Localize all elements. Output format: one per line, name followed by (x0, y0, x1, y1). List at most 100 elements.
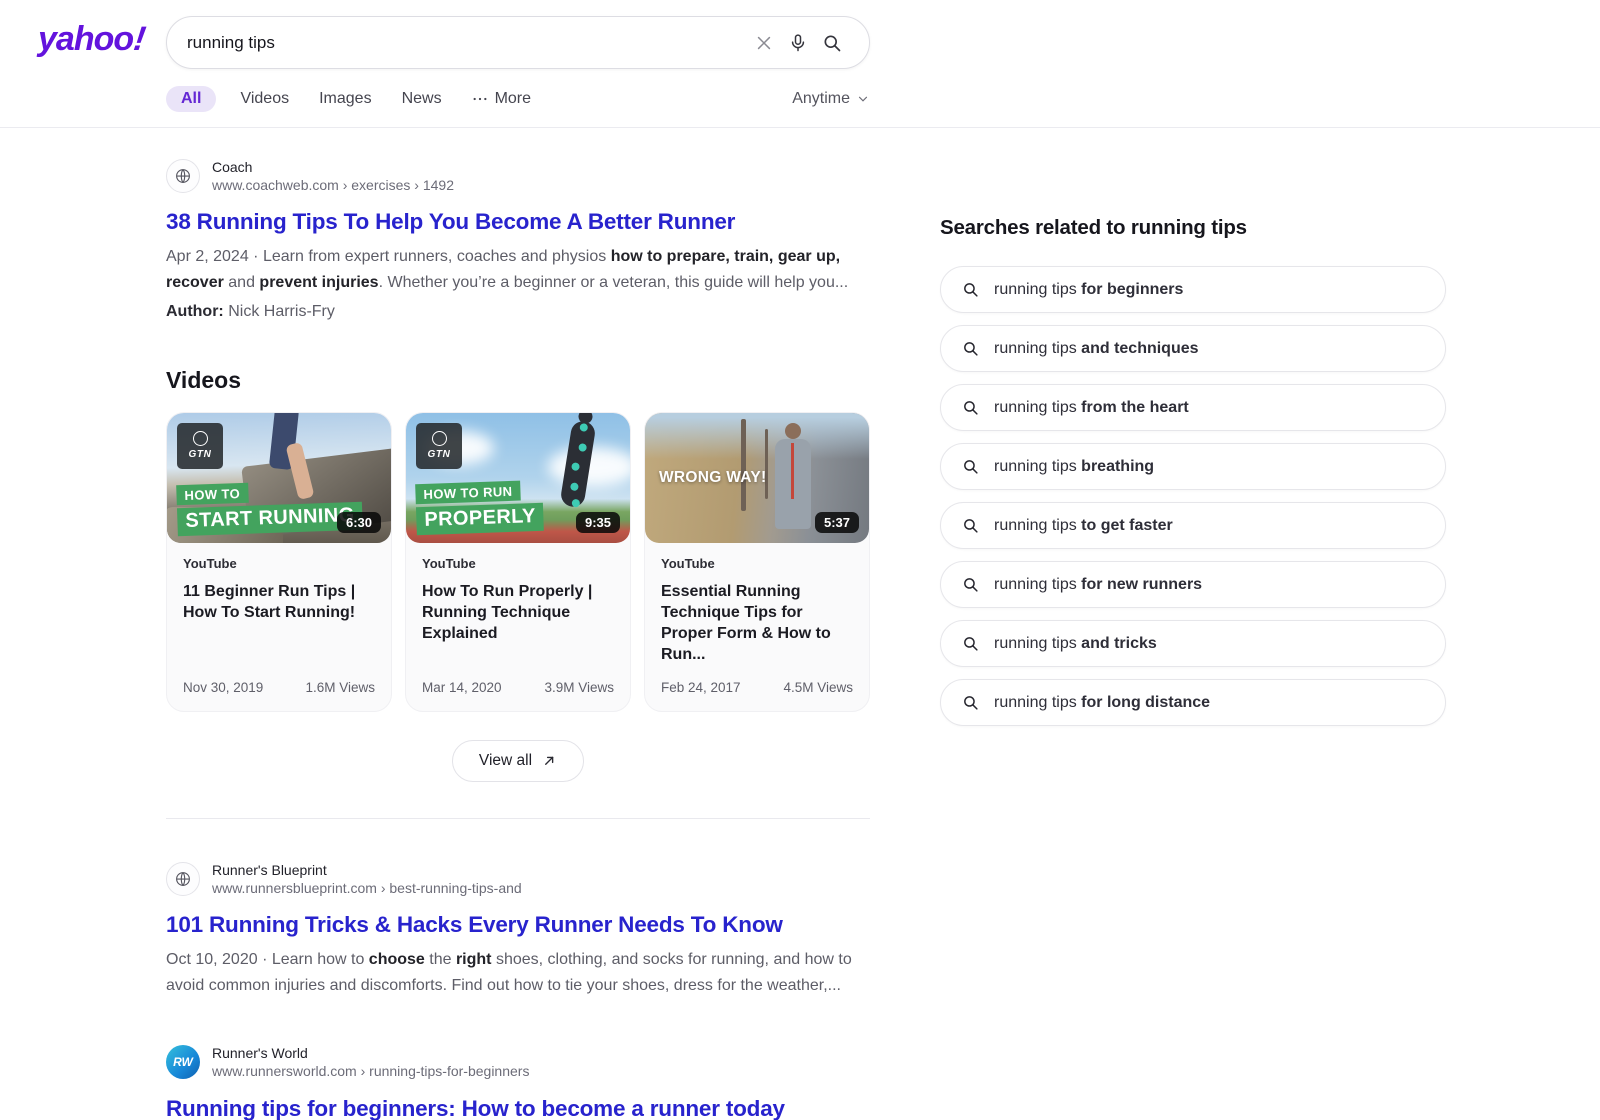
microphone-icon[interactable] (781, 26, 815, 60)
section-divider (166, 818, 870, 819)
video-duration-badge: 5:37 (815, 512, 859, 533)
video-card[interactable]: GTN HOW TO RUN PROPERLY 9:35 YouTube How… (405, 412, 631, 712)
result-source-row[interactable]: Runner's Blueprint www.runnersblueprint.… (166, 861, 870, 897)
channel-badge-label: GTN (428, 449, 451, 460)
search-header: yahoo! All Videos Images News More (0, 0, 1600, 128)
video-title: How To Run Properly | Running Technique … (422, 581, 614, 645)
video-meta: Nov 30, 2019 1.6M Views (183, 666, 375, 695)
video-views: 1.6M Views (305, 680, 375, 695)
globe-icon (166, 159, 200, 193)
result-title-link[interactable]: 38 Running Tips To Help You Become A Bet… (166, 209, 870, 235)
more-dots-icon (472, 91, 488, 107)
related-search-pill[interactable]: running tips and techniques (940, 325, 1446, 372)
related-search-pill[interactable]: running tips from the heart (940, 384, 1446, 431)
chevron-down-icon (856, 92, 870, 106)
related-search-text: running tips and techniques (994, 340, 1199, 358)
globe-icon (432, 431, 447, 446)
related-search-pill[interactable]: running tips for new runners (940, 561, 1446, 608)
result-source-lines: Runner's World www.runnersworld.com › ru… (212, 1044, 529, 1080)
result-breadcrumb: www.runnersworld.com › running-tips-for-… (212, 1062, 529, 1080)
tree-shape (765, 429, 768, 499)
video-meta: Feb 24, 2017 4.5M Views (661, 666, 853, 695)
runner-figure (775, 439, 811, 529)
search-icon (962, 517, 979, 534)
related-search-pill[interactable]: running tips for long distance (940, 679, 1446, 726)
video-card-body: YouTube 11 Beginner Run Tips | How To St… (167, 543, 391, 711)
yahoo-logo[interactable]: yahoo! (38, 20, 144, 59)
related-search-pill[interactable]: running tips and tricks (940, 620, 1446, 667)
video-thumbnail: GTN HOW TO RUN PROPERLY 9:35 (406, 413, 630, 543)
globe-icon (193, 431, 208, 446)
time-filter-dropdown[interactable]: Anytime (792, 90, 870, 108)
related-search-text: running tips for long distance (994, 694, 1210, 712)
video-source: YouTube (422, 556, 614, 571)
video-row: GTN HOW TO START RUNNING 6:30 YouTube 11… (166, 412, 870, 712)
time-filter-label: Anytime (792, 90, 850, 108)
result-source-name: Runner's World (212, 1044, 529, 1062)
search-submit-icon[interactable] (815, 26, 849, 60)
results-column: Coach www.coachweb.com › exercises › 149… (166, 128, 870, 1120)
video-thumbnail: WRONG WAY! 5:37 (645, 413, 869, 543)
tab-more[interactable]: More (472, 90, 531, 108)
channel-badge-label: GTN (189, 449, 212, 460)
thumbnail-text: HOW TO START RUNNING (176, 478, 363, 535)
video-views: 3.9M Views (544, 680, 614, 695)
tab-all[interactable]: All (166, 86, 216, 112)
video-thumbnail: GTN HOW TO START RUNNING 6:30 (167, 413, 391, 543)
author-label: Author: (166, 303, 224, 320)
related-search-text: running tips for beginners (994, 281, 1183, 299)
runners-world-avatar: RW (166, 1045, 200, 1079)
view-all-label: View all (479, 752, 532, 770)
video-title: 11 Beginner Run Tips | How To Start Runn… (183, 581, 375, 624)
related-search-pill[interactable]: running tips to get faster (940, 502, 1446, 549)
search-icon (962, 281, 979, 298)
tab-videos[interactable]: Videos (240, 90, 289, 108)
search-icon (962, 399, 979, 416)
video-date: Nov 30, 2019 (183, 680, 263, 695)
related-search-text: running tips from the heart (994, 399, 1189, 417)
result-source-row[interactable]: RW Runner's World www.runnersworld.com ›… (166, 1044, 870, 1080)
result-description: Oct 10, 2020 · Learn how to choose the r… (166, 947, 870, 998)
search-icon (962, 694, 979, 711)
result-description: Apr 2, 2024 · Learn from expert runners,… (166, 244, 870, 295)
video-source: YouTube (661, 556, 853, 571)
yahoo-logo-exclamation: ! (131, 20, 147, 59)
result-title-link[interactable]: 101 Running Tricks & Hacks Every Runner … (166, 912, 870, 938)
globe-icon (166, 862, 200, 896)
result-breadcrumb: www.runnersblueprint.com › best-running-… (212, 879, 522, 897)
author-name: Nick Harris-Fry (228, 303, 335, 320)
channel-badge: GTN (177, 423, 223, 469)
result-source-lines: Coach www.coachweb.com › exercises › 149… (212, 158, 454, 194)
related-searches-list: running tips for beginners running tips … (940, 266, 1446, 726)
content: Coach www.coachweb.com › exercises › 149… (0, 128, 1600, 1120)
search-bar[interactable] (166, 16, 870, 69)
related-search-pill[interactable]: running tips breathing (940, 443, 1446, 490)
video-card[interactable]: WRONG WAY! 5:37 YouTube Essential Runnin… (644, 412, 870, 712)
page: yahoo! All Videos Images News More (0, 0, 1600, 1120)
search-tabs: All Videos Images News More Anytime (166, 86, 870, 112)
result-title-link[interactable]: Running tips for beginners: How to becom… (166, 1096, 870, 1120)
tree-shape (741, 419, 746, 511)
tab-more-label: More (495, 90, 531, 108)
result-source-lines: Runner's Blueprint www.runnersblueprint.… (212, 861, 522, 897)
tab-news[interactable]: News (402, 90, 442, 108)
external-arrow-icon (542, 753, 557, 768)
tab-images[interactable]: Images (319, 90, 371, 108)
video-card[interactable]: GTN HOW TO START RUNNING 6:30 YouTube 11… (166, 412, 392, 712)
result-source-row[interactable]: Coach www.coachweb.com › exercises › 149… (166, 158, 870, 194)
videos-heading: Videos (166, 367, 870, 394)
result-source-name: Runner's Blueprint (212, 861, 522, 879)
related-search-text: running tips to get faster (994, 517, 1173, 535)
video-title: Essential Running Technique Tips for Pro… (661, 581, 853, 666)
result-author-line: Author: Nick Harris-Fry (166, 303, 870, 321)
clear-icon[interactable] (747, 26, 781, 60)
thumbnail-text: HOW TO RUN PROPERLY (415, 479, 544, 534)
related-search-pill[interactable]: running tips for beginners (940, 266, 1446, 313)
search-icon (962, 458, 979, 475)
search-input[interactable] (187, 33, 747, 53)
yahoo-logo-text: yahoo (38, 20, 133, 58)
search-result: Runner's Blueprint www.runnersblueprint.… (166, 861, 870, 999)
videos-section: Videos GTN H (166, 367, 870, 782)
view-all-button[interactable]: View all (452, 740, 584, 782)
video-duration-badge: 6:30 (337, 512, 381, 533)
